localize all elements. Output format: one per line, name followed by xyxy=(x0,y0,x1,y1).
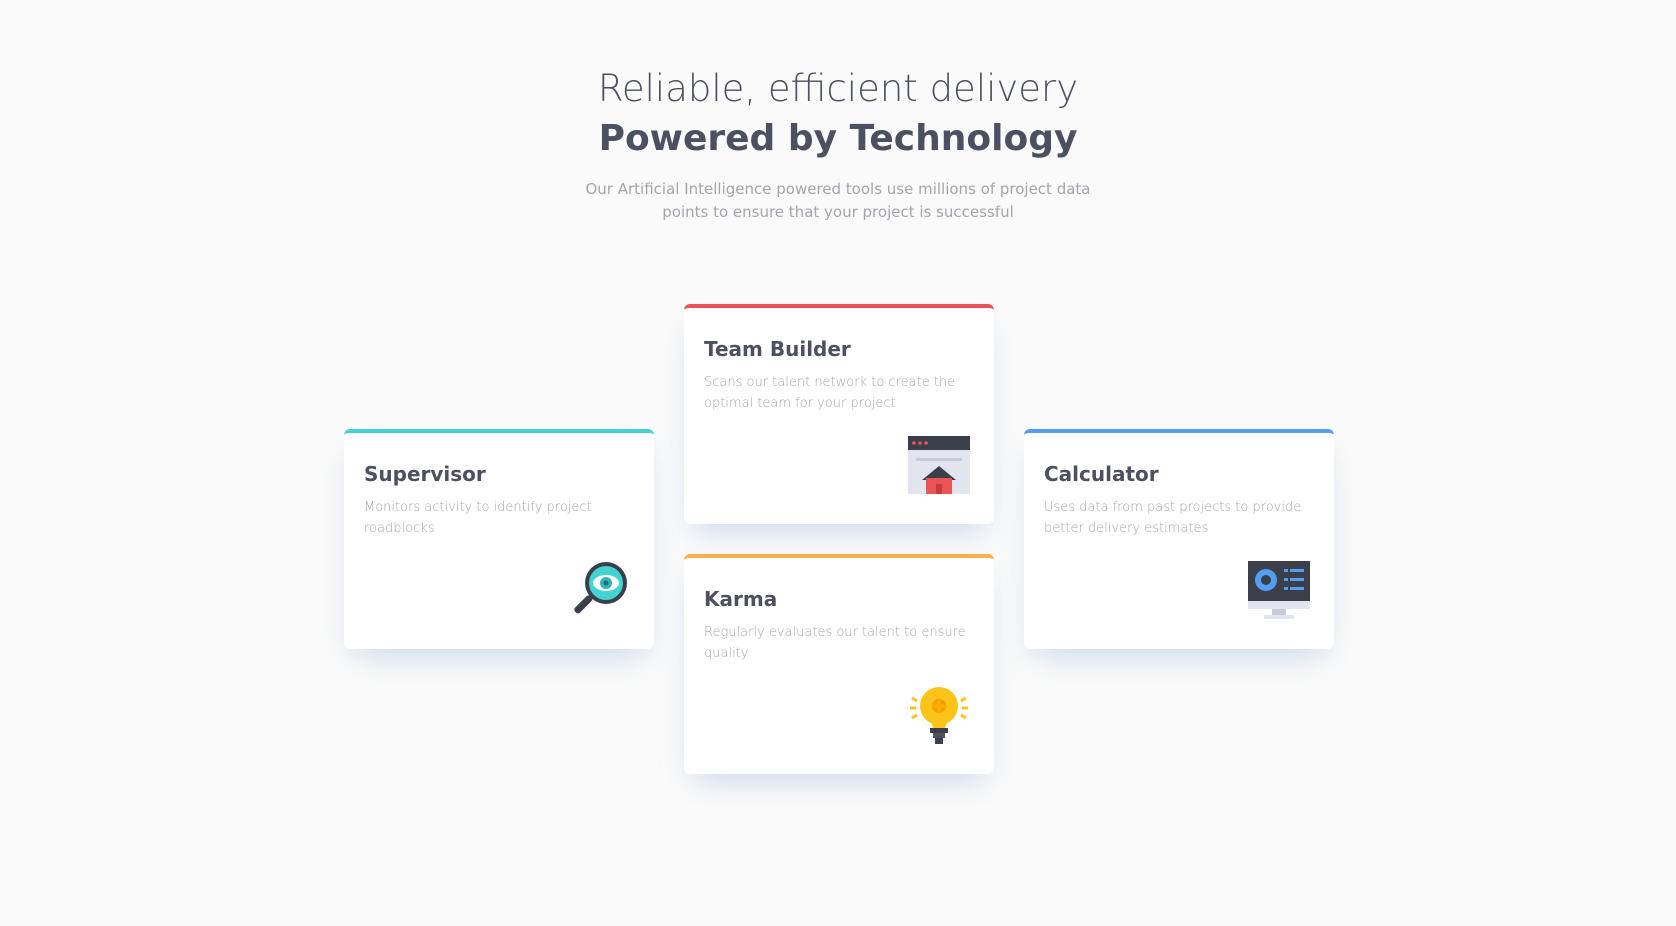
header-tagline: Reliable, efficient delivery xyxy=(597,67,1079,110)
card-description: Regularly evaluates our talent to ensure… xyxy=(704,625,966,661)
monitor-dashboard-icon xyxy=(1248,559,1310,621)
card-supervisor: Supervisor Monitors activity to identify… xyxy=(344,429,654,649)
page-title: Powered by Technology xyxy=(598,118,1078,159)
card-title: Karma xyxy=(704,587,778,611)
card-description: Monitors activity to identify project ro… xyxy=(364,500,592,536)
card-description: Uses data from past projects to provide … xyxy=(1044,500,1302,536)
card-team-builder: Team Builder Scans our talent network to… xyxy=(684,304,994,524)
magnifier-eye-icon xyxy=(568,559,630,621)
card-calculator: Calculator Uses data from past projects … xyxy=(1024,429,1334,649)
card-title: Team Builder xyxy=(704,337,851,361)
card-title: Calculator xyxy=(1044,462,1159,486)
browser-home-icon xyxy=(908,434,970,496)
section-header: Reliable, efficient delivery Powered by … xyxy=(0,64,1676,224)
card-description: Scans our talent network to create the o… xyxy=(704,375,956,411)
page: Reliable, efficient delivery Powered by … xyxy=(0,0,1676,926)
lightbulb-icon xyxy=(908,684,970,746)
card-title: Supervisor xyxy=(364,462,486,486)
header-description: Our Artificial Intelligence powered tool… xyxy=(585,180,1091,221)
card-karma: Karma Regularly evaluates our talent to … xyxy=(684,554,994,774)
